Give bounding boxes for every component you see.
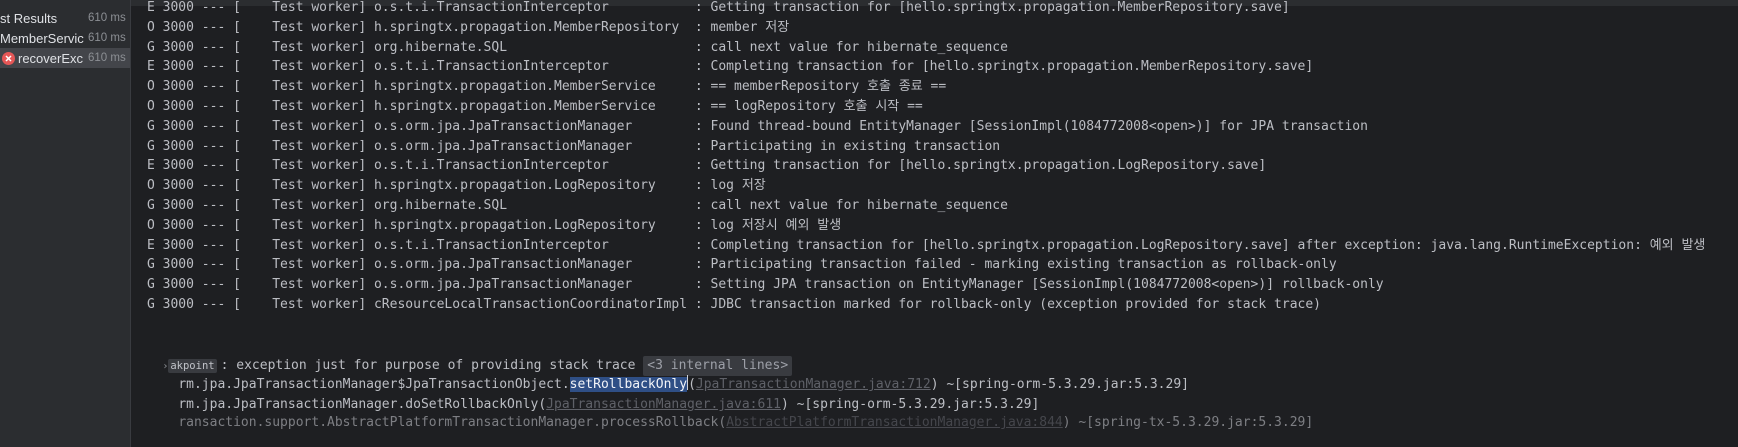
log-line: O 3000 --- [ Test worker] h.springtx.pro…: [147, 19, 790, 35]
log-line: E 3000 --- [ Test worker] o.s.t.i.Transa…: [147, 59, 1314, 75]
stack-trace-line: rm.jpa.JpaTransactionManager$JpaTransact…: [178, 375, 1189, 392]
log-line: O 3000 --- [ Test worker] h.springtx.pro…: [147, 178, 766, 194]
log-line: O 3000 --- [ Test worker] h.springtx.pro…: [147, 217, 842, 233]
test-duration: 610 ms: [88, 52, 126, 64]
log-line: E 3000 --- [ Test worker] o.s.t.i.Transa…: [147, 0, 1290, 15]
test-tree-item[interactable]: recoverExc 610 ms: [0, 48, 130, 68]
test-failed-icon: [2, 51, 15, 65]
source-link[interactable]: AbstractPlatformTransactionManager.java:…: [726, 415, 1063, 430]
test-name: recoverExc: [18, 50, 84, 66]
stack-trace-line: rm.jpa.JpaTransactionManager.doSetRollba…: [147, 375, 1039, 412]
test-name: st Results: [0, 10, 58, 26]
test-name: MemberServic: [0, 30, 84, 46]
exception-header: › akpoint: exception just for purpose of …: [131, 336, 793, 376]
test-duration: 610 ms: [88, 32, 126, 44]
trace-jar: ) ~[spring-tx-5.3.29.jar:5.3.29]: [1062, 415, 1314, 430]
log-line: O 3000 --- [ Test worker] h.springtx.pro…: [147, 99, 923, 114]
log-line: G 3000 --- [ Test worker] o.s.orm.jpa.Jp…: [147, 257, 1337, 273]
test-tree-item[interactable]: st Results 610 ms: [0, 8, 130, 28]
test-duration: 610 ms: [88, 12, 126, 24]
trace-frame: ransaction.support.AbstractPlatformTrans…: [178, 415, 727, 430]
log-line: E 3000 --- [ Test worker] o.s.t.i.Transa…: [147, 237, 1706, 253]
log-line: G 3000 --- [ Test worker] org.hibernate.…: [147, 39, 1008, 55]
log-line: G 3000 --- [ Test worker] o.s.orm.jpa.Jp…: [147, 118, 1368, 134]
stack-trace-line: ransaction.support.AbstractPlatformTrans…: [147, 393, 1313, 430]
log-line: O 3000 --- [ Test worker] h.springtx.pro…: [147, 79, 947, 95]
test-tree-item[interactable]: MemberServic 610 ms: [0, 28, 130, 48]
log-line: G 3000 --- [ Test worker] o.s.orm.jpa.Jp…: [147, 138, 1001, 154]
log-line: G 3000 --- [ Test worker] cResourceLocal…: [147, 297, 1321, 312]
log-line: E 3000 --- [ Test worker] o.s.t.i.Transa…: [147, 158, 1267, 174]
log-line: G 3000 --- [ Test worker] o.s.orm.jpa.Jp…: [147, 277, 1384, 293]
log-line: G 3000 --- [ Test worker] org.hibernate.…: [147, 198, 1008, 213]
test-results-tree: st Results 610 ms MemberServic 610 ms recove…: [0, 0, 131, 447]
console-output[interactable]: E 3000 --- [ Test worker] o.s.t.i.Transa…: [131, 0, 1738, 447]
